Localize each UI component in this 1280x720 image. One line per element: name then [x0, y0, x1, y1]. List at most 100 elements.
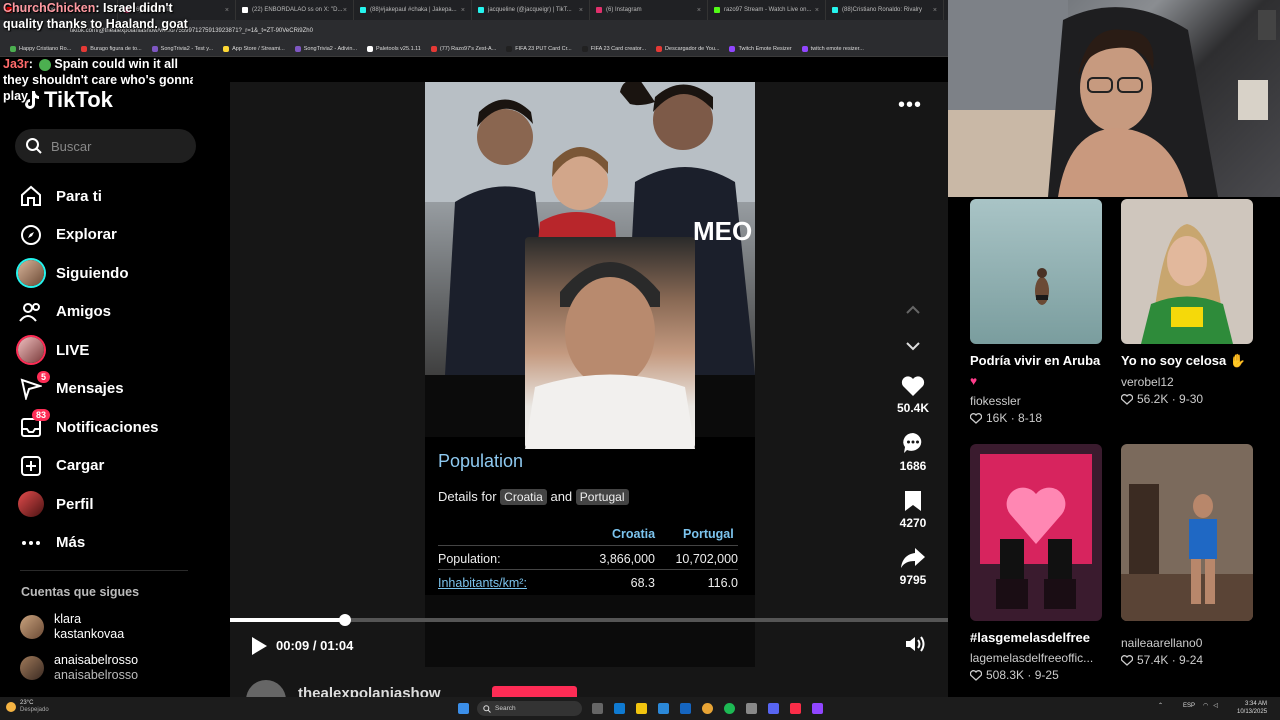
bookmark-item[interactable]: twitch emote resizer... — [801, 46, 864, 52]
sidebar-item-explorar[interactable]: Explorar — [18, 216, 218, 255]
account-name: anaisabelrosso — [54, 653, 139, 667]
following-account-klara[interactable]: klara kastankovaa — [20, 612, 124, 642]
video-card-title[interactable]: #lasgemelasdelfree — [970, 630, 1102, 645]
video-card-title[interactable]: Yo no soy celosa ✋ — [1121, 353, 1253, 369]
video-card-user[interactable]: lagemelasdelfreeoffic... — [970, 651, 1102, 665]
edge-icon[interactable] — [614, 703, 625, 714]
close-icon[interactable]: × — [697, 7, 701, 14]
video-card-title[interactable]: Podría vivir en Aruba — [970, 353, 1102, 368]
browser-tab[interactable]: (88)#jakepaul #chaka | Jakepa... × — [354, 0, 472, 20]
bookmark-item[interactable]: App Store / Streami... — [223, 46, 285, 52]
taskbar-search[interactable]: Search — [477, 701, 582, 716]
video-thumbnail[interactable] — [970, 444, 1102, 621]
more-options-icon[interactable]: ••• — [898, 94, 922, 117]
webcam-illustration — [948, 0, 1276, 197]
bookmark-favicon-icon — [506, 46, 513, 52]
mail-icon[interactable] — [680, 703, 691, 714]
video-thumbnail[interactable] — [1121, 444, 1253, 621]
like-button[interactable]: 50.4K — [891, 375, 935, 415]
input-language[interactable]: ESP — [1183, 703, 1195, 709]
discord-icon[interactable] — [768, 703, 779, 714]
inbox-icon: 83 — [18, 409, 50, 440]
table-row: Inhabitants/km²: 68.3 116.0 — [438, 569, 738, 593]
video-card-user[interactable]: verobel12 — [1121, 375, 1253, 389]
comment-button[interactable]: 1686 — [891, 431, 935, 473]
volume-button[interactable] — [905, 635, 927, 658]
close-icon[interactable]: × — [933, 7, 937, 14]
wifi-icon[interactable]: ◠ — [1203, 702, 1208, 709]
bookmark-item[interactable]: Descargador de You... — [656, 46, 719, 52]
bookmark-item[interactable]: (77) Razo97's Zest-A... — [430, 46, 496, 52]
video-progress-bar[interactable] — [230, 614, 948, 626]
video-card[interactable]: Podría vivir en Aruba ♥ fiokessler 16K ·… — [970, 199, 1102, 425]
taskbar-clock[interactable]: 3:34 AM 10/13/2025 — [1237, 700, 1267, 716]
progress-knob[interactable] — [338, 614, 351, 626]
sidebar-item-perfil[interactable]: Perfil — [18, 485, 218, 524]
sidebar-item-live[interactable]: LIVE — [18, 331, 218, 370]
bookmark-item[interactable]: FIFA 23 PUT Card Cr... — [506, 46, 572, 52]
sidebar-item-cargar[interactable]: Cargar — [18, 447, 218, 486]
music-icon[interactable] — [790, 703, 801, 714]
row-label-link[interactable]: Inhabitants/km²: — [438, 576, 527, 590]
avatar — [18, 260, 44, 287]
bookmark-item[interactable]: Twitch Emote Resizer — [729, 46, 792, 52]
following-account-anaisabelrosso[interactable]: anaisabelrosso anaisabelrosso — [20, 653, 138, 683]
save-button[interactable]: 4270 — [891, 490, 935, 530]
video-thumbnail[interactable] — [1121, 199, 1253, 344]
system-tray[interactable]: ⌃ ESP ◠ ◁ — [1158, 702, 1218, 710]
browser-tab[interactable]: jacqueline (@jacqueigr) | TikT... × — [472, 0, 590, 20]
share-button[interactable]: 9795 — [891, 547, 935, 587]
windows-start-icon[interactable] — [458, 703, 469, 714]
video-frame[interactable]: MEO Population Details for Croatia and P… — [425, 82, 755, 667]
time-current: 00:09 — [276, 638, 310, 653]
bookmark-label: Twitch Emote Resizer — [738, 46, 792, 52]
sidebar-item-para-ti[interactable]: Para ti — [18, 177, 218, 216]
chevron-down-icon[interactable] — [906, 338, 920, 354]
video-card-user[interactable]: naileaarellano0 — [1121, 636, 1253, 650]
close-icon[interactable]: × — [815, 7, 819, 14]
chrome-icon[interactable] — [702, 703, 713, 714]
sidebar-item-amigos[interactable]: Amigos — [18, 293, 218, 332]
browser-tab[interactable]: (88)Cristiano Ronaldo: Rivalry × — [826, 0, 944, 20]
sidebar-item-notificaciones[interactable]: 83 Notificaciones — [18, 408, 218, 447]
browser-tab[interactable]: (6) Instagram × — [590, 0, 708, 20]
task-view-icon[interactable] — [592, 703, 603, 714]
video-card[interactable]: Yo no soy celosa ✋ verobel12 56.2K · 9-3… — [1121, 199, 1253, 406]
close-icon[interactable]: × — [343, 7, 347, 14]
bookmark-favicon-icon — [581, 46, 588, 52]
table-header-croatia: Croatia — [612, 527, 656, 541]
obs-icon[interactable] — [746, 703, 757, 714]
sidebar-item-m-s[interactable]: Más — [18, 524, 218, 563]
close-icon[interactable]: × — [225, 7, 229, 14]
file-explorer-icon[interactable] — [636, 703, 647, 714]
bookmark-item[interactable]: SongTrivia2 - Adivin... — [294, 46, 357, 52]
sidebar-item-mensajes[interactable]: 5 Mensajes — [18, 370, 218, 409]
home-icon — [18, 183, 44, 209]
video-card[interactable]: #lasgemelasdelfree lagemelasdelfreeoffic… — [970, 444, 1102, 682]
chevron-up-icon[interactable]: ⌃ — [1158, 702, 1163, 709]
chevron-up-icon[interactable] — [906, 302, 920, 318]
video-card-user[interactable]: fiokessler — [970, 394, 1102, 408]
store-icon[interactable] — [658, 703, 669, 714]
table-header-portugal: Portugal — [683, 527, 734, 541]
tab-favicon-icon — [360, 7, 366, 13]
close-icon[interactable]: × — [461, 7, 465, 14]
jersey-sponsor-text: MEO — [693, 216, 752, 246]
play-button[interactable] — [250, 636, 268, 661]
weather-widget[interactable]: 23°C Despejado — [6, 700, 49, 714]
browser-tab[interactable]: razo97 Stream - Watch Live on... × — [708, 0, 826, 20]
sidebar-item-label: Perfil — [56, 495, 94, 513]
close-icon[interactable]: × — [579, 7, 583, 14]
sidebar-item-siguiendo[interactable]: Siguiendo — [18, 254, 218, 293]
info-card-title: Population — [438, 451, 524, 471]
bookmark-item[interactable]: Paletools v25.1.11 — [367, 46, 421, 52]
twitch-icon[interactable] — [812, 703, 823, 714]
browser-tab[interactable]: (22) ENBORDALAO ss on X: "D... × — [236, 0, 354, 20]
video-card[interactable]: naileaarellano0 57.4K · 9-24 — [1121, 444, 1253, 667]
video-thumbnail[interactable] — [970, 199, 1102, 344]
search-input[interactable]: Buscar — [15, 129, 196, 163]
speaker-icon[interactable]: ◁ — [1213, 702, 1218, 709]
tab-label: (88)#jakepaul #chaka | Jakepa... — [370, 7, 457, 13]
spotify-icon[interactable] — [724, 703, 735, 714]
bookmark-item[interactable]: FIFA 23 Card creator... — [581, 46, 646, 52]
